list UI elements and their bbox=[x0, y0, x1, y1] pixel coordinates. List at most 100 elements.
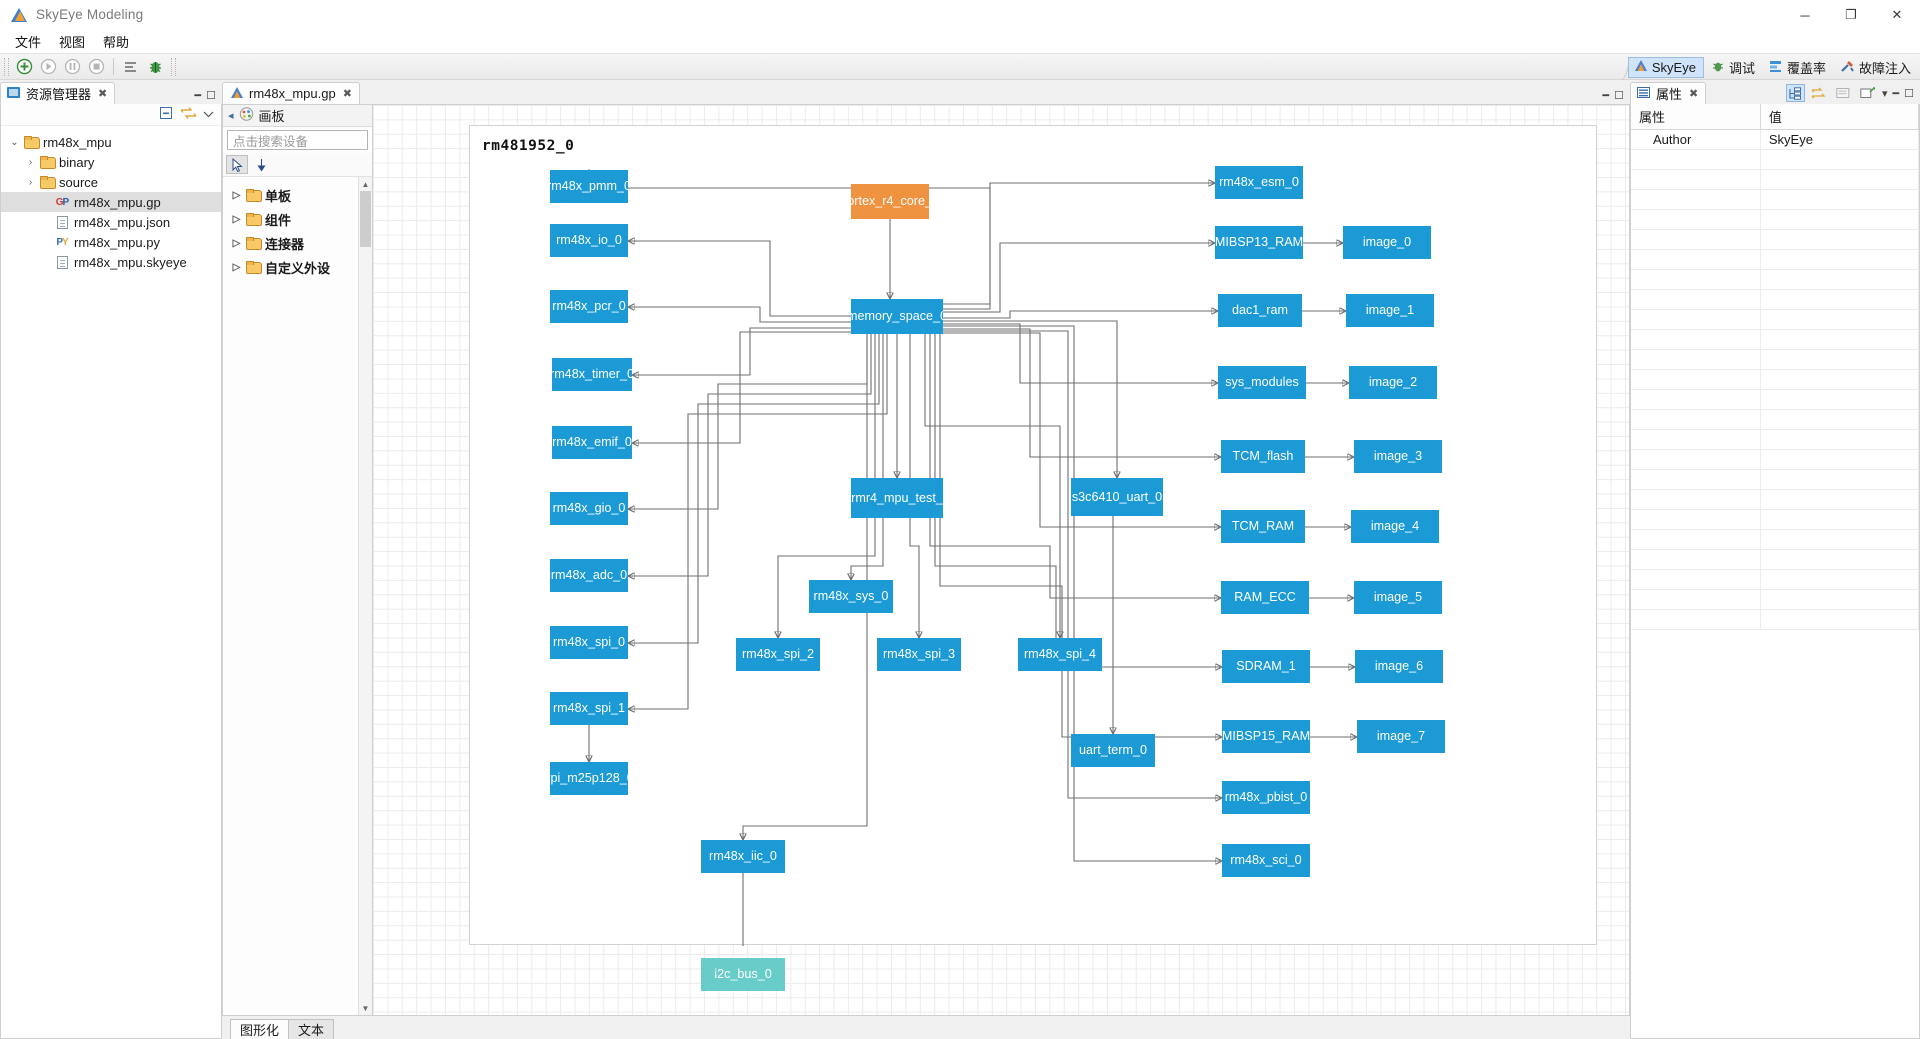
tree-item-binary[interactable]: › binary bbox=[1, 152, 221, 172]
expand-arrow-icon[interactable]: ▷ bbox=[229, 214, 244, 225]
tree-item-rm48x-mpu-skyeye[interactable]: rm48x_mpu.skyeye bbox=[1, 252, 221, 272]
tree-item-rm48x-mpu-py[interactable]: PY rm48x_mpu.py bbox=[1, 232, 221, 252]
diagram-node-image_7[interactable]: image_7 bbox=[1357, 720, 1445, 753]
diagram-canvas[interactable]: rm481952_0 rm48x_pmm_0 rm48x_io_0 rm48x_… bbox=[373, 105, 1629, 1015]
diagram-node-uart_term_0[interactable]: uart_term_0 bbox=[1071, 734, 1155, 767]
link-with-editor-icon[interactable] bbox=[180, 106, 197, 123]
toolbar-grip-2[interactable] bbox=[171, 57, 176, 76]
diagram-node-rm48x_spi_4[interactable]: rm48x_spi_4 bbox=[1018, 638, 1102, 671]
palette-scroll-thumb[interactable] bbox=[360, 191, 371, 247]
palette-scroll-down-icon[interactable]: ▼ bbox=[359, 1001, 372, 1015]
diagram-node-dac1_ram[interactable]: dac1_ram bbox=[1218, 294, 1302, 327]
diagram-node-rm48x_spi_0[interactable]: rm48x_spi_0 bbox=[550, 626, 628, 659]
expand-arrow-icon[interactable]: › bbox=[23, 177, 38, 188]
perspective-debug[interactable]: 调试 bbox=[1706, 57, 1762, 78]
diagram-node-rm48x_emif_0[interactable]: rm48x_emif_0 bbox=[552, 426, 632, 459]
diagram-node-s3c6410_uart_0[interactable]: s3c6410_uart_0 bbox=[1071, 478, 1163, 516]
diagram-node-rm48x_io_0[interactable]: rm48x_io_0 bbox=[550, 224, 628, 257]
show-categories-icon[interactable] bbox=[1785, 84, 1805, 102]
diagram-node-rm48x_iic_0[interactable]: rm48x_iic_0 bbox=[701, 840, 785, 873]
diagram-node-cortex_r4_core_0[interactable]: cortex_r4_core_0 bbox=[851, 184, 929, 219]
explorer-minimize-icon[interactable]: ━ bbox=[195, 89, 202, 102]
select-tool-icon[interactable] bbox=[226, 155, 248, 174]
diagram-node-image_3[interactable]: image_3 bbox=[1354, 440, 1442, 473]
tree-item-rm48x-mpu[interactable]: ⌄ rm48x_mpu bbox=[1, 132, 221, 152]
palette-scroll-up-icon[interactable]: ▲ bbox=[359, 177, 372, 191]
property-value[interactable]: SkyEye bbox=[1760, 129, 1919, 150]
explorer-tab-close-icon[interactable]: ✖ bbox=[98, 87, 107, 100]
diagram-node-rm48x_sys_0[interactable]: rm48x_sys_0 bbox=[809, 580, 893, 613]
diagram-node-MIBSP13_RAM[interactable]: MIBSP13_RAM bbox=[1215, 226, 1303, 259]
close-button[interactable]: ✕ bbox=[1874, 0, 1920, 30]
diagram-node-armr4_mpu_test_0[interactable]: armr4_mpu_test_0 bbox=[851, 478, 943, 518]
diagram-frame[interactable]: rm481952_0 rm48x_pmm_0 rm48x_io_0 rm48x_… bbox=[469, 125, 1597, 991]
properties-tab-close-icon[interactable]: ✖ bbox=[1689, 87, 1698, 100]
show-advanced-icon[interactable] bbox=[1810, 84, 1829, 102]
collapse-all-icon[interactable] bbox=[159, 106, 174, 123]
outline-button[interactable] bbox=[119, 56, 143, 78]
diagram-node-image_0[interactable]: image_0 bbox=[1343, 226, 1431, 259]
run-button[interactable] bbox=[36, 56, 60, 78]
palette-group-2[interactable]: ▷ 组件 bbox=[223, 207, 372, 231]
add-button[interactable] bbox=[12, 56, 36, 78]
editor-tab-close-icon[interactable]: ✖ bbox=[343, 87, 352, 100]
tree-item-source[interactable]: › source bbox=[1, 172, 221, 192]
diagram-node-rm48x_spi_2[interactable]: rm48x_spi_2 bbox=[736, 638, 820, 671]
editor-maximize-icon[interactable]: ☐ bbox=[1614, 89, 1624, 102]
diagram-node-TCM_flash[interactable]: TCM_flash bbox=[1221, 440, 1305, 473]
expand-arrow-icon[interactable]: ▷ bbox=[229, 238, 244, 249]
debug-bug-button[interactable] bbox=[143, 56, 167, 78]
palette-scrollbar[interactable]: ▲ ▼ bbox=[358, 177, 372, 1015]
diagram-node-image_6[interactable]: image_6 bbox=[1355, 650, 1443, 683]
perspective-fault-injection[interactable]: 故障注入 bbox=[1835, 57, 1918, 78]
properties-minimize-icon[interactable]: ━ bbox=[1893, 87, 1900, 100]
explorer-maximize-icon[interactable]: ☐ bbox=[206, 89, 216, 102]
diagram-node-rm48x_esm_0[interactable]: rm48x_esm_0 bbox=[1215, 166, 1303, 199]
restore-default-icon[interactable] bbox=[1834, 84, 1853, 102]
perspective-skyeye[interactable]: SkyEye bbox=[1627, 57, 1704, 78]
palette-group-1[interactable]: ▷ 单板 bbox=[223, 183, 372, 207]
diagram-node-rm48x_adc_0[interactable]: rm48x_adc_0 bbox=[550, 559, 628, 592]
diagram-node-memory_space_0[interactable]: memory_space_0 bbox=[851, 299, 943, 334]
diagram-node-rm48x_pmm_0[interactable]: rm48x_pmm_0 bbox=[550, 170, 628, 203]
diagram-node-TCM_RAM[interactable]: TCM_RAM bbox=[1221, 510, 1305, 543]
diagram-node-SDRAM_1[interactable]: SDRAM_1 bbox=[1222, 650, 1310, 683]
palette-group-4[interactable]: ▷ 自定义外设 bbox=[223, 255, 372, 279]
minimize-button[interactable]: ─ bbox=[1782, 0, 1828, 30]
pause-button[interactable] bbox=[60, 56, 84, 78]
diagram-canvas-container[interactable]: rm481952_0 rm48x_pmm_0 rm48x_io_0 rm48x_… bbox=[372, 104, 1630, 1016]
palette-search-input[interactable]: 点击搜索设备 bbox=[227, 130, 368, 150]
diagram-node-rm48x_pcr_0[interactable]: rm48x_pcr_0 bbox=[550, 290, 628, 323]
diagram-node-image_1[interactable]: image_1 bbox=[1346, 294, 1434, 327]
connection-tool-icon[interactable] bbox=[250, 155, 272, 174]
diagram-node-rm48x_sci_0[interactable]: rm48x_sci_0 bbox=[1222, 844, 1310, 877]
tab-graphical[interactable]: 图形化 bbox=[230, 1019, 290, 1039]
toolbar-grip[interactable] bbox=[4, 57, 9, 76]
tab-resource-explorer[interactable]: 资源管理器 ✖ bbox=[0, 82, 116, 104]
tab-rm48x-mpu-gp[interactable]: rm48x_mpu.gp ✖ bbox=[222, 82, 360, 104]
diagram-node-RAM_ECC[interactable]: RAM_ECC bbox=[1221, 581, 1309, 614]
stop-button[interactable] bbox=[84, 56, 108, 78]
properties-view-menu-icon[interactable]: ▾ bbox=[1882, 87, 1888, 100]
tree-item-rm48x-mpu-json[interactable]: rm48x_mpu.json bbox=[1, 212, 221, 232]
editor-minimize-icon[interactable]: ━ bbox=[1603, 89, 1610, 102]
diagram-node-rm48x_gio_0[interactable]: rm48x_gio_0 bbox=[550, 492, 628, 525]
diagram-node-sys_modules[interactable]: sys_modules bbox=[1218, 366, 1306, 399]
pin-properties-icon[interactable] bbox=[1858, 84, 1877, 102]
diagram-node-rm48x_spi_3[interactable]: rm48x_spi_3 bbox=[877, 638, 961, 671]
maximize-button[interactable]: ❐ bbox=[1828, 0, 1874, 30]
property-row[interactable]: Author SkyEye bbox=[1631, 129, 1919, 150]
diagram-node-i2c_bus_0[interactable]: i2c_bus_0 bbox=[701, 958, 785, 991]
tab-text[interactable]: 文本 bbox=[288, 1019, 335, 1039]
diagram-node-rm48x_spi_1[interactable]: rm48x_spi_1 bbox=[550, 692, 628, 725]
palette-group-3[interactable]: ▷ 连接器 bbox=[223, 231, 372, 255]
tree-item-rm48x-mpu-gp[interactable]: GP rm48x_mpu.gp bbox=[1, 192, 221, 212]
diagram-node-rm48x_pbist_0[interactable]: rm48x_pbist_0 bbox=[1222, 781, 1310, 814]
menu-view[interactable]: 视图 bbox=[50, 30, 94, 53]
tab-properties[interactable]: 属性 ✖ bbox=[1630, 82, 1707, 104]
expand-arrow-icon[interactable]: ▷ bbox=[229, 262, 244, 273]
properties-maximize-icon[interactable]: ☐ bbox=[1904, 87, 1914, 100]
diagram-node-image_5[interactable]: image_5 bbox=[1354, 581, 1442, 614]
diagram-node-rm48x_timer_0[interactable]: rm48x_timer_0 bbox=[552, 358, 632, 391]
expand-arrow-icon[interactable]: › bbox=[23, 157, 38, 168]
